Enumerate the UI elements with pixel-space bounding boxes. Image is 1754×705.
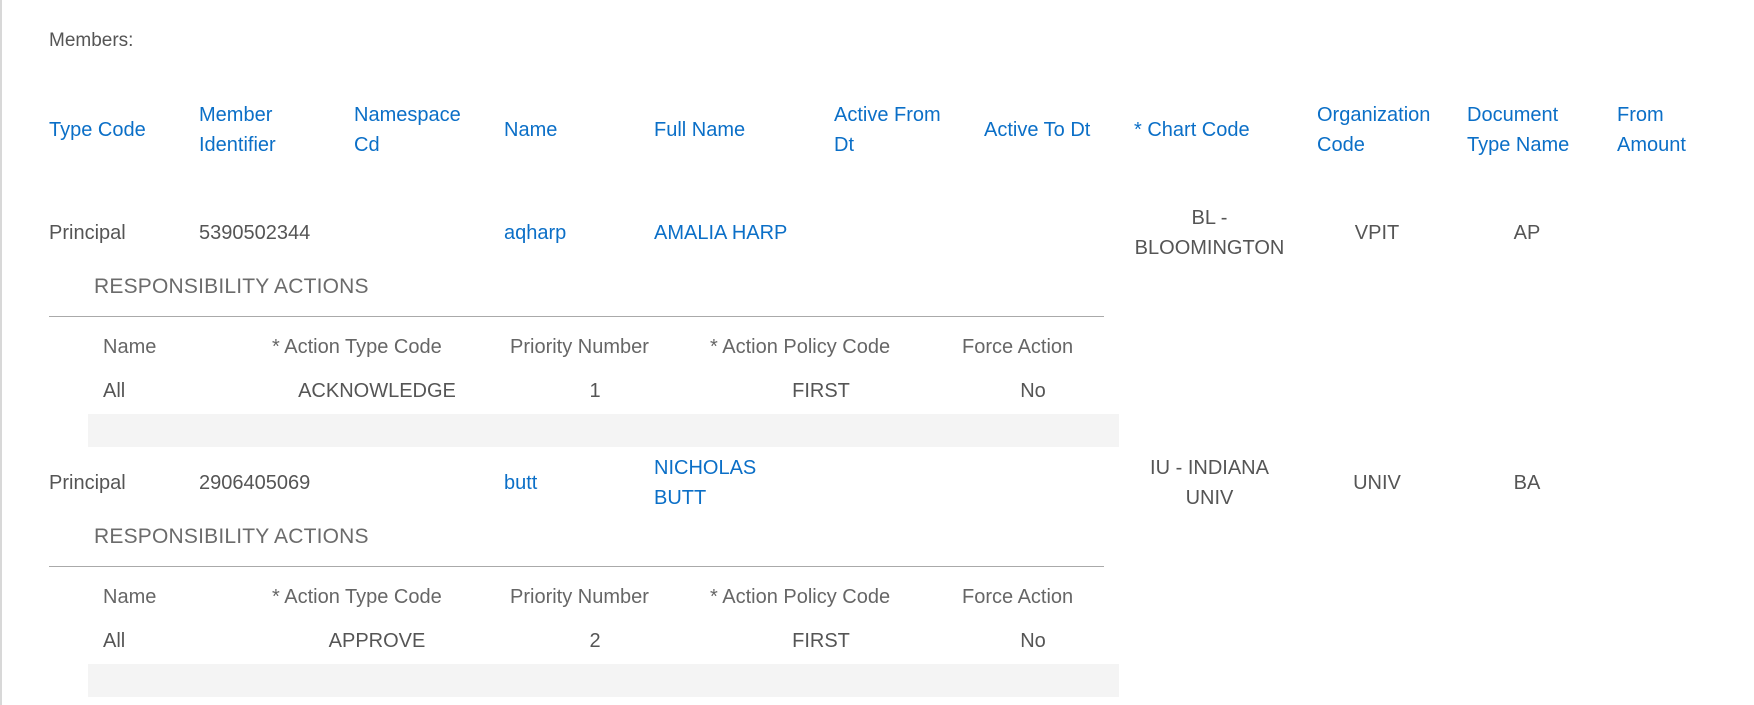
action-policy-code: FIRST [792,380,850,402]
member-name-link[interactable]: butt [504,468,537,498]
action-priority-number: 2 [589,630,601,652]
action-header-action-policy-code: * Action Policy Code [710,336,891,358]
action-force-action: No [1020,630,1046,652]
member-full-name-link[interactable]: AMALIA HARP [654,218,787,248]
section-divider [49,566,1104,567]
column-header-document-type-name[interactable]: Document Type Name [1467,100,1569,160]
member-chart-code: BL - BLOOMINGTON [1134,207,1285,259]
action-policy-code: FIRST [792,630,850,652]
action-header-priority-number: Priority Number [510,586,649,608]
column-header-from-amount[interactable]: From Amount [1617,100,1686,160]
column-header-active-from-dt[interactable]: Active From Dt [834,100,941,160]
action-name: All [103,630,126,652]
responsibility-actions-title: RESPONSIBILITY ACTIONS [94,275,369,298]
member-organization-code: VPIT [1354,222,1400,244]
action-name: All [103,380,126,402]
column-header-name[interactable]: Name [504,115,557,145]
row-separator-band [88,664,1119,697]
member-type-code: Principal [49,222,126,244]
action-header-force-action: Force Action [962,336,1074,358]
action-type-code: ACKNOWLEDGE [298,380,456,402]
column-header-organization-code[interactable]: Organization Code [1317,100,1430,160]
member-document-type-name: AP [1513,222,1541,244]
action-header-action-policy-code: * Action Policy Code [710,586,891,608]
column-header-member-identifier[interactable]: Member Identifier [199,100,276,160]
member-identifier: 5390502344 [199,222,311,244]
action-type-code: APPROVE [328,630,426,652]
action-header-priority-number: Priority Number [510,336,649,358]
member-type-code: Principal [49,472,126,494]
column-header-active-to-dt[interactable]: Active To Dt [984,115,1090,145]
column-header-full-name[interactable]: Full Name [654,115,745,145]
action-header-action-type-code: * Action Type Code [272,336,442,358]
member-chart-code: IU - INDIANA UNIV [1150,457,1269,509]
member-organization-code: UNIV [1353,472,1401,494]
member-document-type-name: BA [1513,472,1541,494]
action-force-action: No [1020,380,1046,402]
action-header-name: Name [103,586,157,608]
member-identifier: 2906405069 [199,472,311,494]
members-panel: Members: Type Code Member Identifier Nam… [0,0,1752,705]
responsibility-actions-title: RESPONSIBILITY ACTIONS [94,525,369,548]
column-header-namespace-cd[interactable]: Namespace Cd [354,100,461,160]
column-header-chart-code[interactable]: * Chart Code [1134,115,1250,145]
member-name-link[interactable]: aqharp [504,218,566,248]
member-full-name-link[interactable]: NICHOLAS BUTT [654,453,756,513]
column-header-type-code[interactable]: Type Code [49,115,146,145]
action-header-name: Name [103,336,157,358]
action-priority-number: 1 [589,380,601,402]
action-header-force-action: Force Action [962,586,1074,608]
action-header-action-type-code: * Action Type Code [272,586,442,608]
row-separator-band [88,414,1119,447]
members-label: Members: [49,30,134,51]
section-divider [49,316,1104,317]
